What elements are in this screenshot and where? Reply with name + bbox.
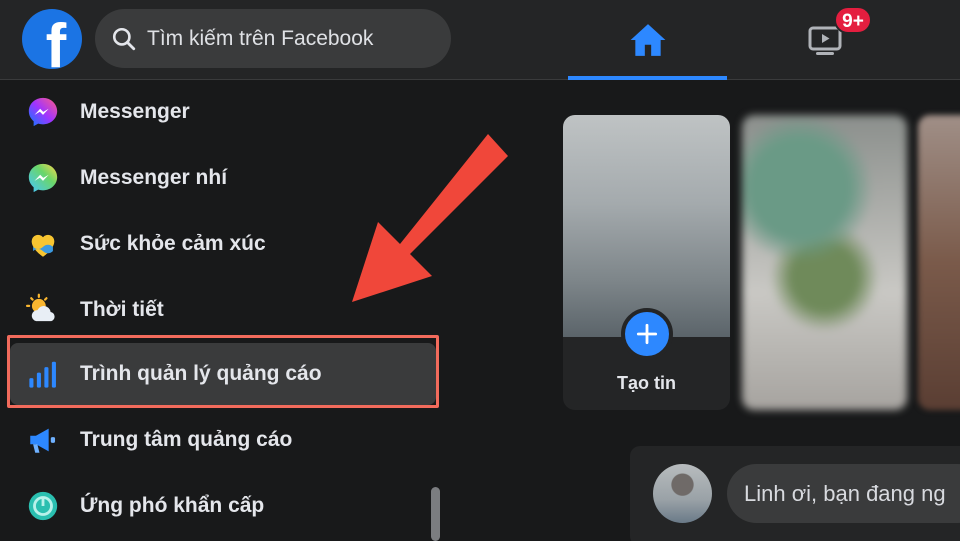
emotional-health-icon — [24, 225, 62, 263]
sidebar-item-label: Trình quản lý quảng cáo — [80, 362, 322, 385]
sidebar-item-label: Thời tiết — [80, 298, 164, 321]
story-profile-photo — [563, 115, 730, 337]
composer-input[interactable]: Linh ơi, bạn đang ng — [727, 464, 960, 523]
sidebar-item-label: Messenger nhí — [80, 166, 228, 189]
nav-home-tab[interactable] — [568, 0, 727, 80]
red-arrow-icon — [352, 134, 508, 302]
create-story-label: Tạo tin — [617, 373, 676, 393]
sidebar-item-ad-center[interactable]: Trung tâm quảng cáo — [10, 409, 436, 471]
messenger-kids-icon — [24, 159, 62, 197]
ads-manager-icon — [24, 355, 62, 393]
sidebar-scrollbar[interactable] — [431, 487, 440, 541]
sidebar-item-label: Sức khỏe cảm xúc — [80, 232, 266, 255]
search-input[interactable] — [147, 26, 437, 51]
search-icon — [112, 27, 136, 50]
facebook-logo-letter: f — [45, 12, 67, 70]
sidebar-item-crisis-response[interactable]: Ứng phó khẩn cấp — [10, 475, 436, 537]
messenger-icon — [24, 93, 62, 131]
sidebar-item-label: Trung tâm quảng cáo — [80, 428, 293, 451]
crisis-response-icon — [24, 487, 62, 525]
avatar[interactable] — [653, 464, 712, 523]
plus-icon[interactable] — [621, 308, 673, 360]
notification-badge: 9+ — [834, 6, 872, 34]
sidebar-item-label: Messenger — [80, 100, 190, 123]
sidebar-item-ads-manager[interactable]: Trình quản lý quảng cáo — [10, 343, 436, 405]
megaphone-icon — [24, 421, 62, 459]
weather-icon — [24, 291, 62, 329]
top-bar: f 9+ — [0, 0, 960, 80]
story-card[interactable] — [742, 115, 907, 410]
facebook-logo[interactable]: f — [22, 9, 82, 69]
create-story-card[interactable]: Tạo tin — [563, 115, 730, 410]
story-card[interactable] — [918, 115, 960, 410]
home-icon — [630, 24, 665, 56]
composer-prompt: Linh ơi, bạn đang ng — [744, 480, 946, 506]
sidebar-item-label: Ứng phó khẩn cấp — [80, 494, 265, 517]
search-bar[interactable] — [95, 9, 451, 68]
nav-watch-tab[interactable] — [760, 0, 890, 80]
active-tab-indicator — [568, 76, 727, 80]
